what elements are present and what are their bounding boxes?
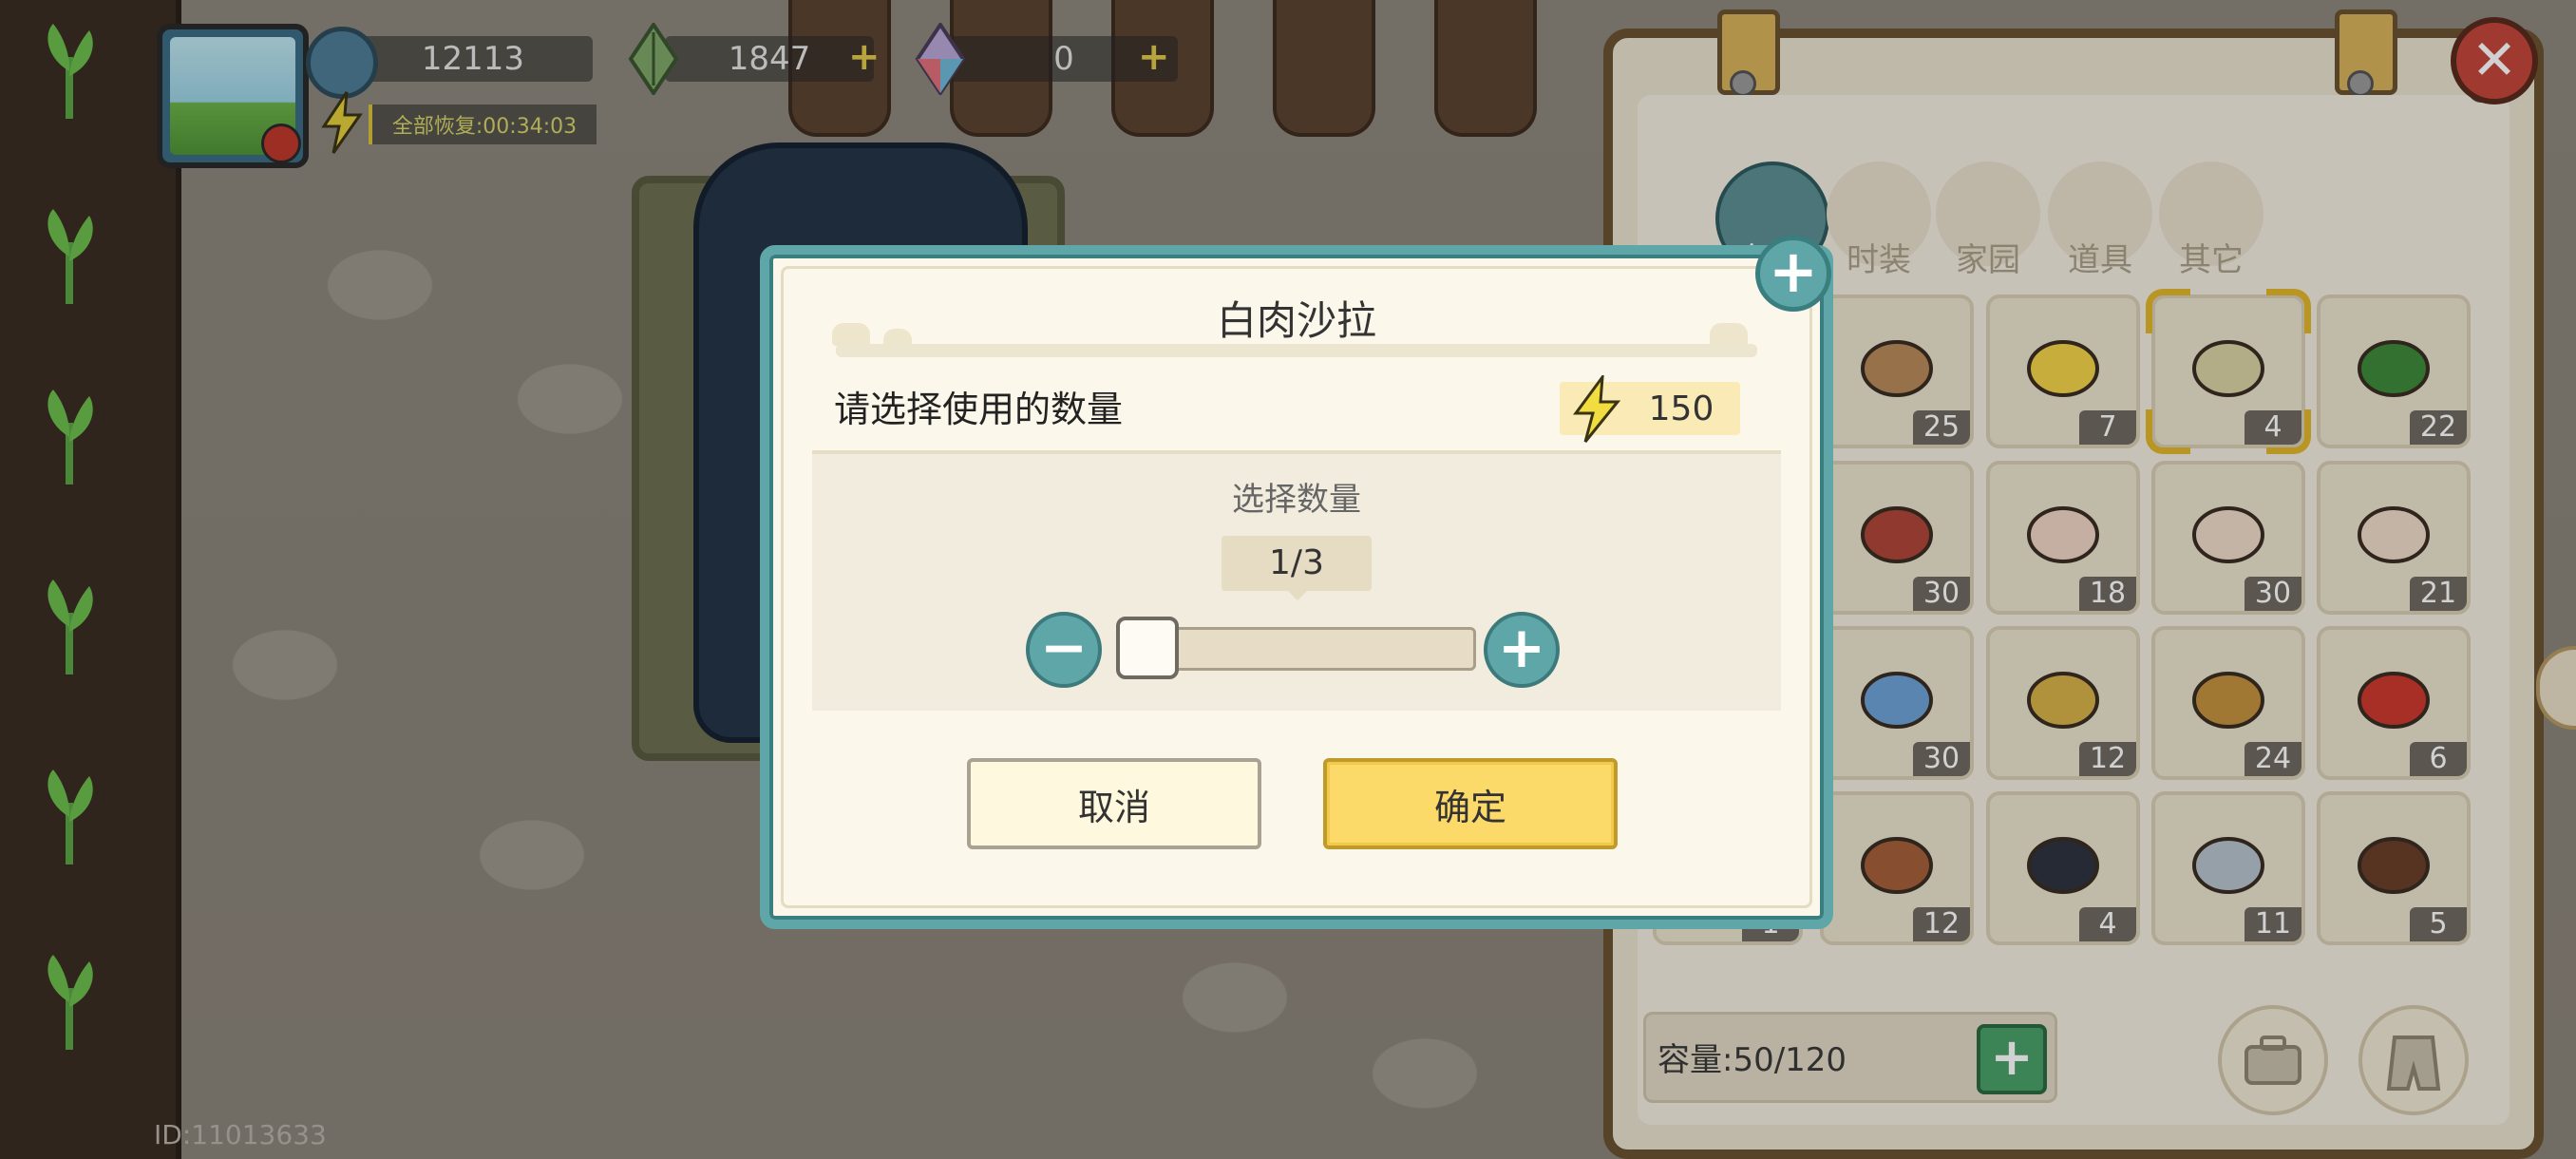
increase-quantity-button[interactable]: + — [1484, 612, 1560, 688]
lightning-icon — [1573, 375, 1621, 443]
dialog-corner-plus-icon: + — [1755, 236, 1831, 312]
cancel-button[interactable]: 取消 — [967, 758, 1261, 849]
confirm-button[interactable]: 确定 — [1323, 758, 1618, 849]
choose-quantity-prompt: 请选择使用的数量 — [834, 389, 1124, 430]
decrease-quantity-button[interactable]: − — [1026, 612, 1102, 688]
select-quantity-label: 选择数量 — [1232, 481, 1361, 519]
use-quantity-dialog: 白肉沙拉 请选择使用的数量 150 选择数量 1/3 − + 取消 确定 + — [760, 236, 1833, 929]
divider — [812, 450, 1781, 454]
quantity-value: 1/3 — [1269, 543, 1324, 582]
energy-cost-value: 150 — [1648, 390, 1714, 428]
quantity-display-pointer — [1286, 589, 1309, 600]
item-name-title: 白肉沙拉 — [1216, 297, 1376, 344]
quantity-slider-handle[interactable] — [1116, 617, 1179, 679]
